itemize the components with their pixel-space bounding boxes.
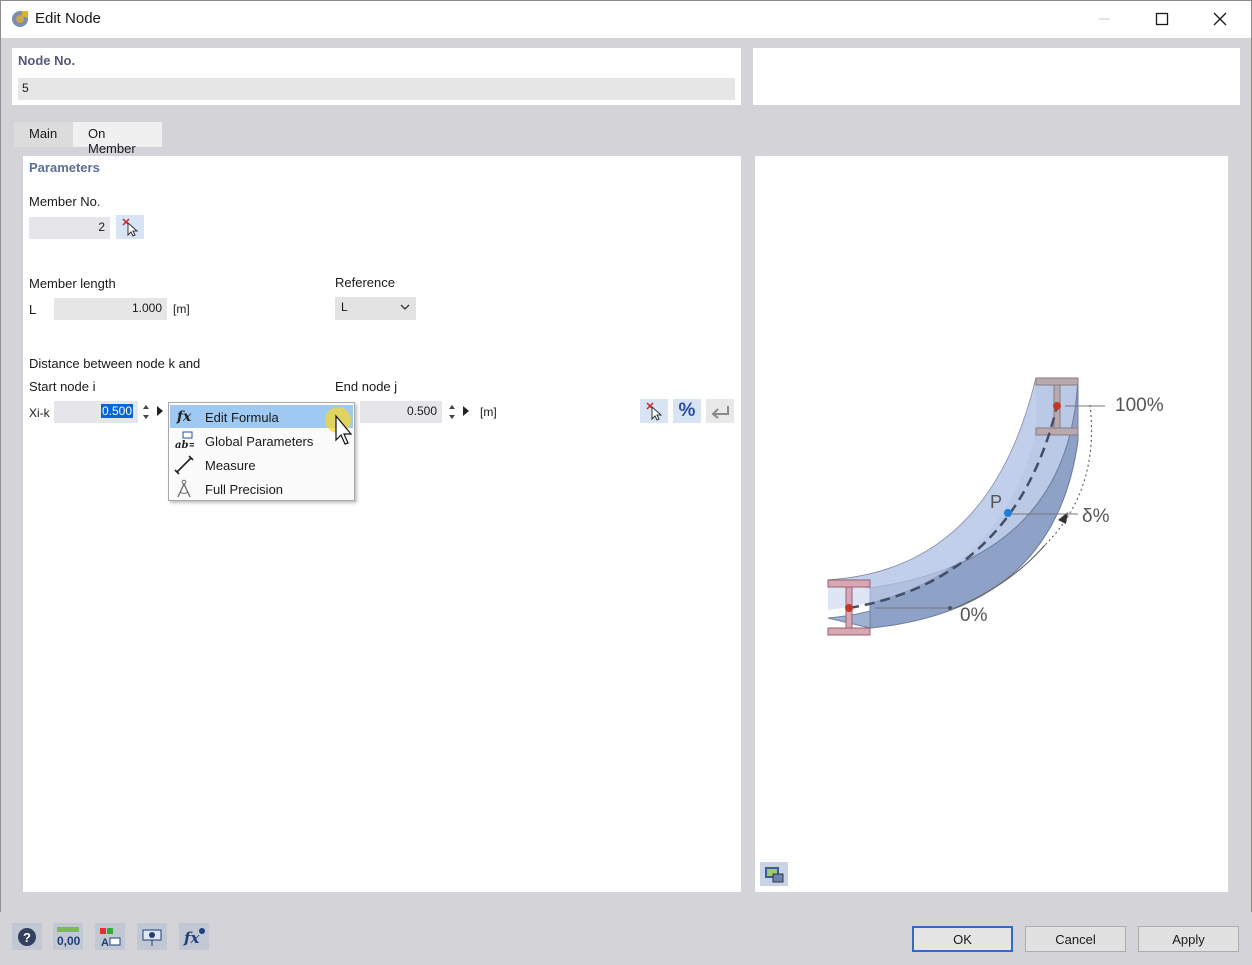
- reverse-button[interactable]: [706, 399, 734, 423]
- end-distance-field[interactable]: 0.500: [360, 401, 442, 423]
- end-arrow-button[interactable]: [461, 405, 471, 420]
- display-properties-button[interactable]: A: [95, 923, 125, 950]
- pick-cursor-icon: [122, 218, 139, 237]
- node-number-label: Node No.: [18, 53, 76, 68]
- member-no-field[interactable]: 2: [29, 217, 110, 239]
- svg-text:fx: fx: [183, 929, 200, 947]
- formula-button[interactable]: fx: [179, 923, 209, 950]
- start-spin-buttons[interactable]: [140, 401, 152, 423]
- length-unit: [m]: [173, 302, 190, 316]
- label-100-percent: 100%: [1115, 395, 1164, 416]
- start-node-label: Start node i: [29, 379, 96, 394]
- apply-button[interactable]: Apply: [1138, 926, 1239, 952]
- window-title: Edit Node: [35, 10, 101, 27]
- chevron-down-icon: [400, 301, 410, 315]
- measure-icon: [174, 455, 194, 475]
- start-distance-value: 0.500: [100, 404, 133, 418]
- full-precision-icon: [174, 479, 194, 499]
- label-p: P: [990, 492, 1003, 512]
- ok-button[interactable]: OK: [912, 926, 1013, 952]
- menu-item-measure[interactable]: Measure: [170, 453, 353, 476]
- pick-location-button[interactable]: [640, 399, 668, 423]
- view-button[interactable]: [137, 923, 167, 950]
- units-button[interactable]: 0,00: [53, 923, 83, 950]
- menu-item-label: Edit Formula: [205, 410, 279, 425]
- app-icon: [10, 9, 30, 29]
- end-node-label: End node j: [335, 379, 398, 394]
- cancel-button[interactable]: Cancel: [1025, 926, 1126, 952]
- image-icon: [765, 867, 784, 883]
- mouse-cursor: [322, 402, 358, 451]
- start-arrow-button[interactable]: [155, 405, 165, 420]
- parameters-title: Parameters: [29, 160, 100, 175]
- menu-item-label: Global Parameters: [205, 434, 314, 449]
- start-symbol: Xi-k: [29, 406, 50, 420]
- menu-item-full-precision[interactable]: Full Precision: [170, 477, 353, 500]
- member-no-label: Member No.: [29, 194, 101, 209]
- help-icon: ?: [18, 927, 36, 946]
- comment-panel: [753, 48, 1240, 105]
- label-delta-percent: δ%: [1082, 506, 1110, 527]
- label-0-percent: 0%: [960, 605, 988, 626]
- pick-member-button[interactable]: [116, 215, 144, 239]
- svg-text:A: A: [101, 937, 109, 948]
- view-icon: [142, 929, 162, 946]
- distance-label: Distance between node k and: [29, 356, 201, 371]
- length-symbol: L: [29, 302, 37, 317]
- close-icon: [1213, 12, 1227, 26]
- percent-toggle-button[interactable]: %: [673, 399, 701, 423]
- return-arrow-icon: [711, 406, 729, 419]
- node-number-field[interactable]: 5: [18, 78, 735, 100]
- title-bar: [0, 0, 1252, 38]
- fx-icon: fx: [176, 409, 192, 425]
- svg-text:0,00: 0,00: [57, 934, 81, 948]
- tab-main[interactable]: Main: [14, 122, 73, 147]
- member-length-label: Member length: [29, 276, 116, 291]
- decimal-places-icon: 0,00: [57, 926, 81, 948]
- global-parameters-icon: ab=: [174, 431, 194, 451]
- end-spin-buttons[interactable]: [446, 401, 458, 423]
- image-options-button[interactable]: [760, 862, 788, 886]
- reference-label: Reference: [335, 275, 395, 290]
- svg-text:?: ?: [23, 930, 31, 945]
- display-properties-icon: A: [100, 927, 121, 948]
- minimize-button[interactable]: [1081, 0, 1127, 38]
- percent-icon: %: [678, 400, 696, 421]
- reference-select[interactable]: L: [335, 297, 416, 320]
- tab-on-member[interactable]: On Member: [73, 122, 162, 156]
- svg-text:ab=: ab=: [175, 440, 194, 451]
- start-distance-field[interactable]: 0.500: [54, 401, 138, 423]
- member-length-field: 1.000: [54, 298, 167, 320]
- end-unit: [m]: [480, 405, 497, 419]
- reference-value: L: [341, 300, 348, 314]
- maximize-button[interactable]: [1139, 0, 1185, 38]
- menu-item-label: Measure: [205, 458, 256, 473]
- help-button[interactable]: ?: [12, 923, 42, 950]
- close-button[interactable]: [1197, 0, 1243, 38]
- pick-cursor-icon: [646, 402, 663, 421]
- parameters-panel: [23, 156, 741, 892]
- menu-item-label: Full Precision: [205, 482, 284, 497]
- fx-icon: fx: [183, 927, 205, 947]
